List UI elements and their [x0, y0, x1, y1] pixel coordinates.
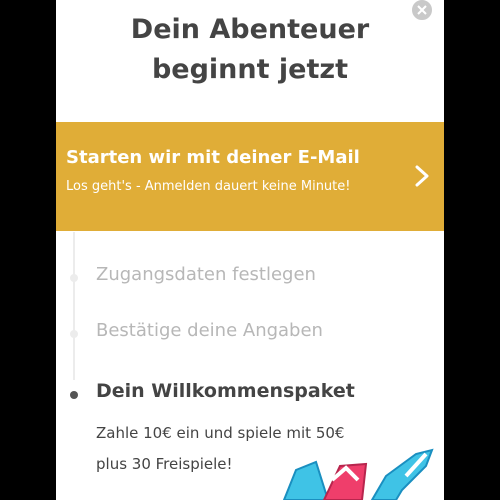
dialog-title-line1: Dein Abenteuer [130, 14, 370, 45]
dialog-title: Dein Abenteuer beginnt jetzt [56, 10, 444, 90]
email-signup-button[interactable]: Starten wir mit deiner E-Mail Los geht's… [56, 122, 444, 231]
step-dot-3-active [70, 391, 78, 399]
email-signup-title: Starten wir mit deiner E-Mail [66, 147, 360, 168]
step-label-confirm: Bestätige deine Angaben [96, 320, 323, 341]
step-dot-2 [70, 330, 78, 338]
step-label-credentials: Zugangsdaten festlegen [96, 264, 316, 285]
email-signup-subtitle: Los geht's - Anmelden dauert keine Minut… [66, 179, 351, 194]
signup-dialog: Dein Abenteuer beginnt jetzt Starten wir… [56, 0, 444, 500]
chevron-right-icon [414, 165, 430, 191]
dialog-title-line2: beginnt jetzt [151, 54, 349, 85]
steps-timeline-line [73, 232, 75, 380]
promo-arrows-illustration [276, 440, 444, 500]
step-label-welcome-package: Dein Willkommenspaket [96, 380, 355, 402]
step-dot-1 [70, 274, 78, 282]
